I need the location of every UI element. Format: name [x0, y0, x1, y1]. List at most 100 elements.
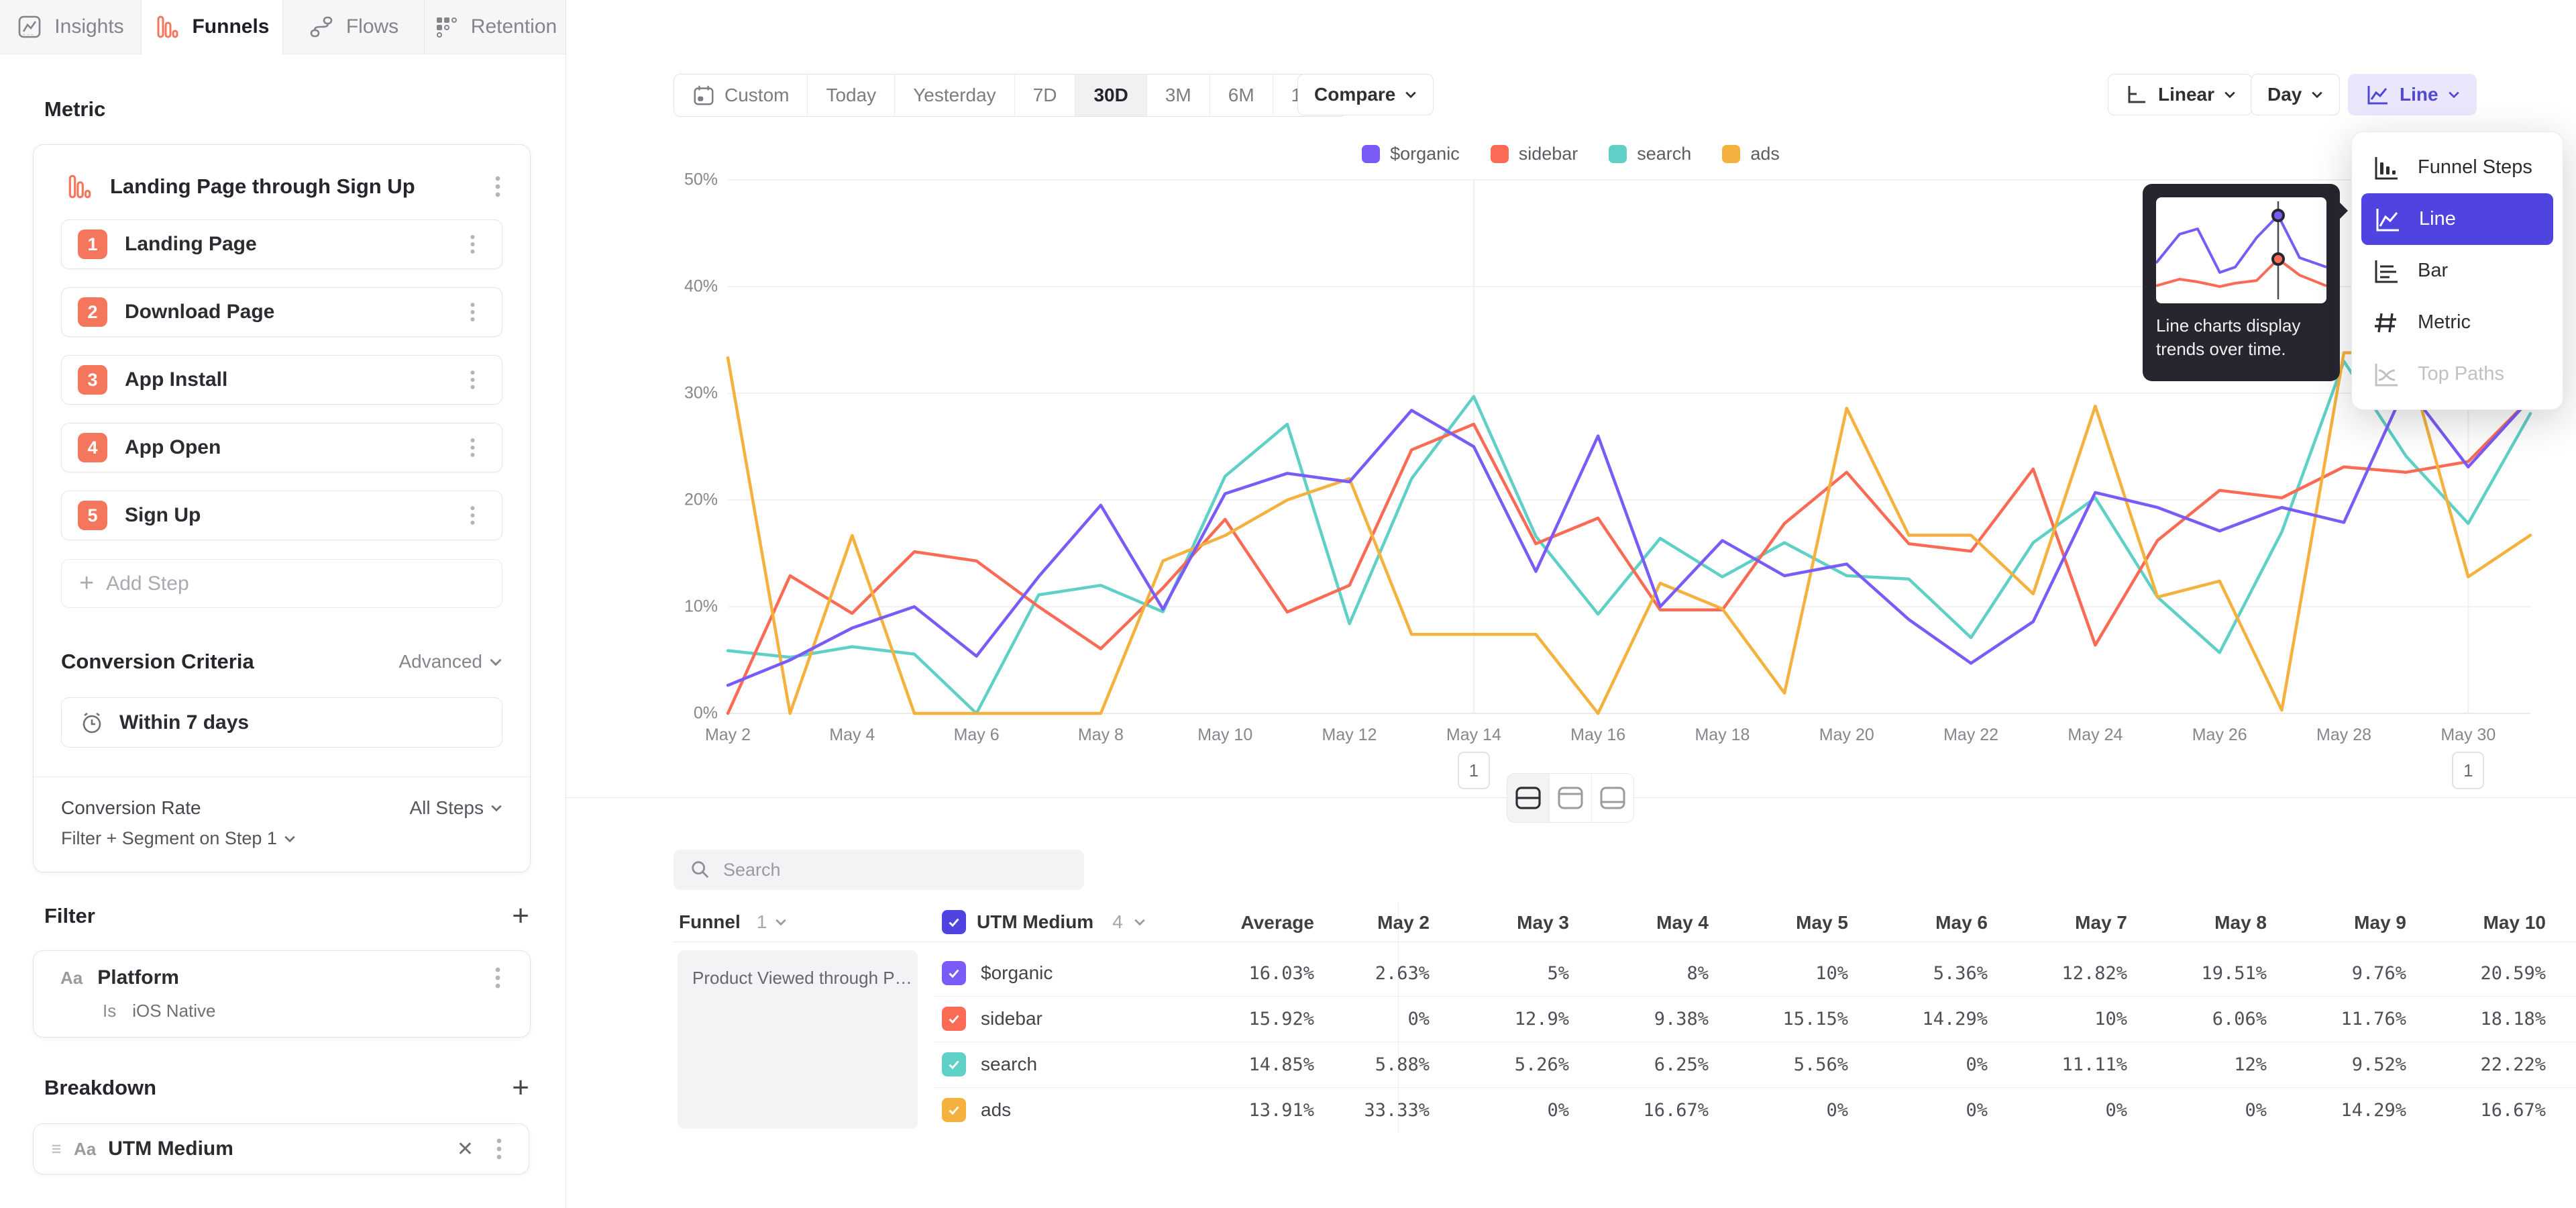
filter-kebab-icon[interactable] [484, 964, 511, 991]
remove-breakdown-icon[interactable]: ✕ [445, 1138, 486, 1161]
table-value: 13.91% [1248, 1100, 1314, 1121]
date-range-30d[interactable]: 30D [1075, 74, 1146, 116]
tooltip-mini-chart [2156, 197, 2326, 303]
check-icon [947, 1011, 961, 1026]
series-line-ads[interactable] [728, 353, 2530, 713]
series-name: sidebar [981, 1008, 1042, 1029]
drag-handle-icon[interactable] [50, 1140, 63, 1158]
filter-property-row[interactable]: Aa Platform [60, 960, 511, 995]
chart-type-button[interactable]: Line [2348, 74, 2477, 115]
funnel-step-row[interactable]: 5Sign Up [61, 491, 502, 540]
series-line-search[interactable] [728, 361, 2530, 713]
funnel-column-header[interactable]: Funnel1 [679, 903, 787, 942]
legend-item-organic[interactable]: $organic [1362, 144, 1460, 164]
funnel-step-row[interactable]: 2Download Page [61, 287, 502, 337]
split-view-icon [1513, 785, 1544, 811]
date-range-label: Yesterday [913, 85, 996, 106]
filter-condition-row[interactable]: Is iOS Native [103, 1001, 216, 1021]
conversion-rate-dropdown[interactable]: All Steps [410, 797, 503, 819]
interval-button[interactable]: Day [2251, 74, 2340, 115]
table-value: 10% [1815, 963, 1848, 984]
search-placeholder: Search [723, 860, 781, 880]
breakdown-card[interactable]: Aa UTM Medium ✕ [33, 1123, 529, 1174]
menu-item-bar[interactable]: Bar [2352, 245, 2563, 297]
menu-item-label: Top Paths [2418, 363, 2504, 385]
step-kebab-icon[interactable] [459, 503, 486, 527]
table-row-search[interactable]: search [942, 1042, 1037, 1087]
series-name: search [981, 1054, 1037, 1075]
add-step-button[interactable]: + Add Step [61, 559, 502, 608]
chart-view-toggle[interactable] [1550, 774, 1592, 822]
series-line-organic[interactable] [728, 386, 2530, 685]
series-checkbox[interactable] [942, 1098, 966, 1122]
breakdown-column-header[interactable]: UTM Medium4 [942, 903, 1146, 942]
step-kebab-icon[interactable] [459, 436, 486, 460]
annotation-badge[interactable]: 1 [1458, 752, 1490, 789]
series-checkbox[interactable] [942, 961, 966, 985]
date-range-3m[interactable]: 3M [1147, 74, 1210, 116]
tab-label: Funnels [192, 15, 269, 38]
date-range-today[interactable]: Today [808, 74, 895, 116]
table-row-sidebar[interactable]: sidebar [942, 996, 1042, 1042]
step-kebab-icon[interactable] [459, 368, 486, 392]
advanced-dropdown[interactable]: Advanced [398, 651, 502, 672]
y-axis-label: 50% [684, 170, 718, 190]
table-value: 0% [1407, 1009, 1430, 1029]
table-value: 0% [1966, 1100, 1988, 1121]
series-checkbox[interactable] [942, 1052, 966, 1076]
menu-item-line[interactable]: Line [2361, 193, 2553, 245]
tab-retention[interactable]: Retention [425, 0, 566, 54]
bar-chart-icon [2371, 256, 2400, 286]
table-value: 5.88% [1375, 1054, 1430, 1075]
series-checkbox[interactable] [942, 1007, 966, 1031]
chart-view-icon [1555, 785, 1586, 811]
add-filter-button[interactable]: + [512, 901, 529, 931]
legend-item-search[interactable]: search [1609, 144, 1691, 164]
string-type-icon: Aa [74, 1139, 96, 1160]
legend-item-sidebar[interactable]: sidebar [1491, 144, 1578, 164]
select-all-checkbox[interactable] [942, 910, 966, 934]
table-view-toggle[interactable] [1592, 774, 1633, 822]
funnel-step-row[interactable]: 4App Open [61, 423, 502, 472]
funnel-step-row[interactable]: 1Landing Page [61, 219, 502, 269]
table-row-ads[interactable]: ads [942, 1087, 1011, 1133]
conversion-window-button[interactable]: Within 7 days [61, 697, 502, 748]
breakdown-kebab-icon[interactable] [486, 1136, 513, 1162]
compare-button[interactable]: Compare [1297, 74, 1434, 115]
date-range-label: 7D [1033, 85, 1057, 106]
search-input[interactable]: Search [674, 850, 1084, 890]
funnel-step-row[interactable]: 3App Install [61, 355, 502, 405]
date-range-custom[interactable]: Custom [674, 74, 808, 116]
table-value: 15.92% [1248, 1009, 1314, 1029]
date-range-control: CustomTodayYesterday7D30D3M6M12M [674, 74, 1346, 117]
step-kebab-icon[interactable] [459, 300, 486, 324]
step-number-badge: 2 [78, 297, 107, 327]
menu-item-metric[interactable]: Metric [2352, 297, 2563, 348]
table-value: 5.26% [1515, 1054, 1569, 1075]
tab-funnels[interactable]: Funnels [142, 0, 283, 54]
metric-card: Landing Page through Sign Up 1Landing Pa… [33, 144, 531, 872]
annotation-badge[interactable]: 1 [2452, 752, 2484, 789]
chevron-down-icon [2448, 91, 2460, 99]
table-row-organic[interactable]: $organic [942, 950, 1053, 996]
metric-title-row[interactable]: Landing Page through Sign Up [66, 162, 511, 211]
legend-item-ads[interactable]: ads [1722, 144, 1780, 164]
date-range-7d[interactable]: 7D [1015, 74, 1076, 116]
tab-flows[interactable]: Flows [283, 0, 425, 54]
step-kebab-icon[interactable] [459, 232, 486, 256]
filter-segment-dropdown[interactable]: Filter + Segment on Step 1 [61, 828, 296, 849]
add-breakdown-button[interactable]: + [512, 1073, 529, 1103]
scale-button[interactable]: Linear [2108, 74, 2253, 115]
date-range-yesterday[interactable]: Yesterday [895, 74, 1015, 116]
menu-item-label: Metric [2418, 311, 2471, 334]
menu-item-funnel-steps[interactable]: Funnel Steps [2352, 142, 2563, 193]
date-range-6m[interactable]: 6M [1210, 74, 1273, 116]
split-view-toggle[interactable] [1507, 774, 1550, 822]
funnel-cell[interactable]: Product Viewed through P… [678, 950, 918, 1129]
chevron-down-icon [2311, 91, 2323, 99]
tab-insights[interactable]: Insights [0, 0, 142, 54]
x-axis-label: May 8 [1078, 725, 1124, 745]
funnels-icon [154, 14, 180, 40]
metric-kebab-icon[interactable] [484, 173, 511, 200]
date-range-label: 3M [1165, 85, 1191, 106]
